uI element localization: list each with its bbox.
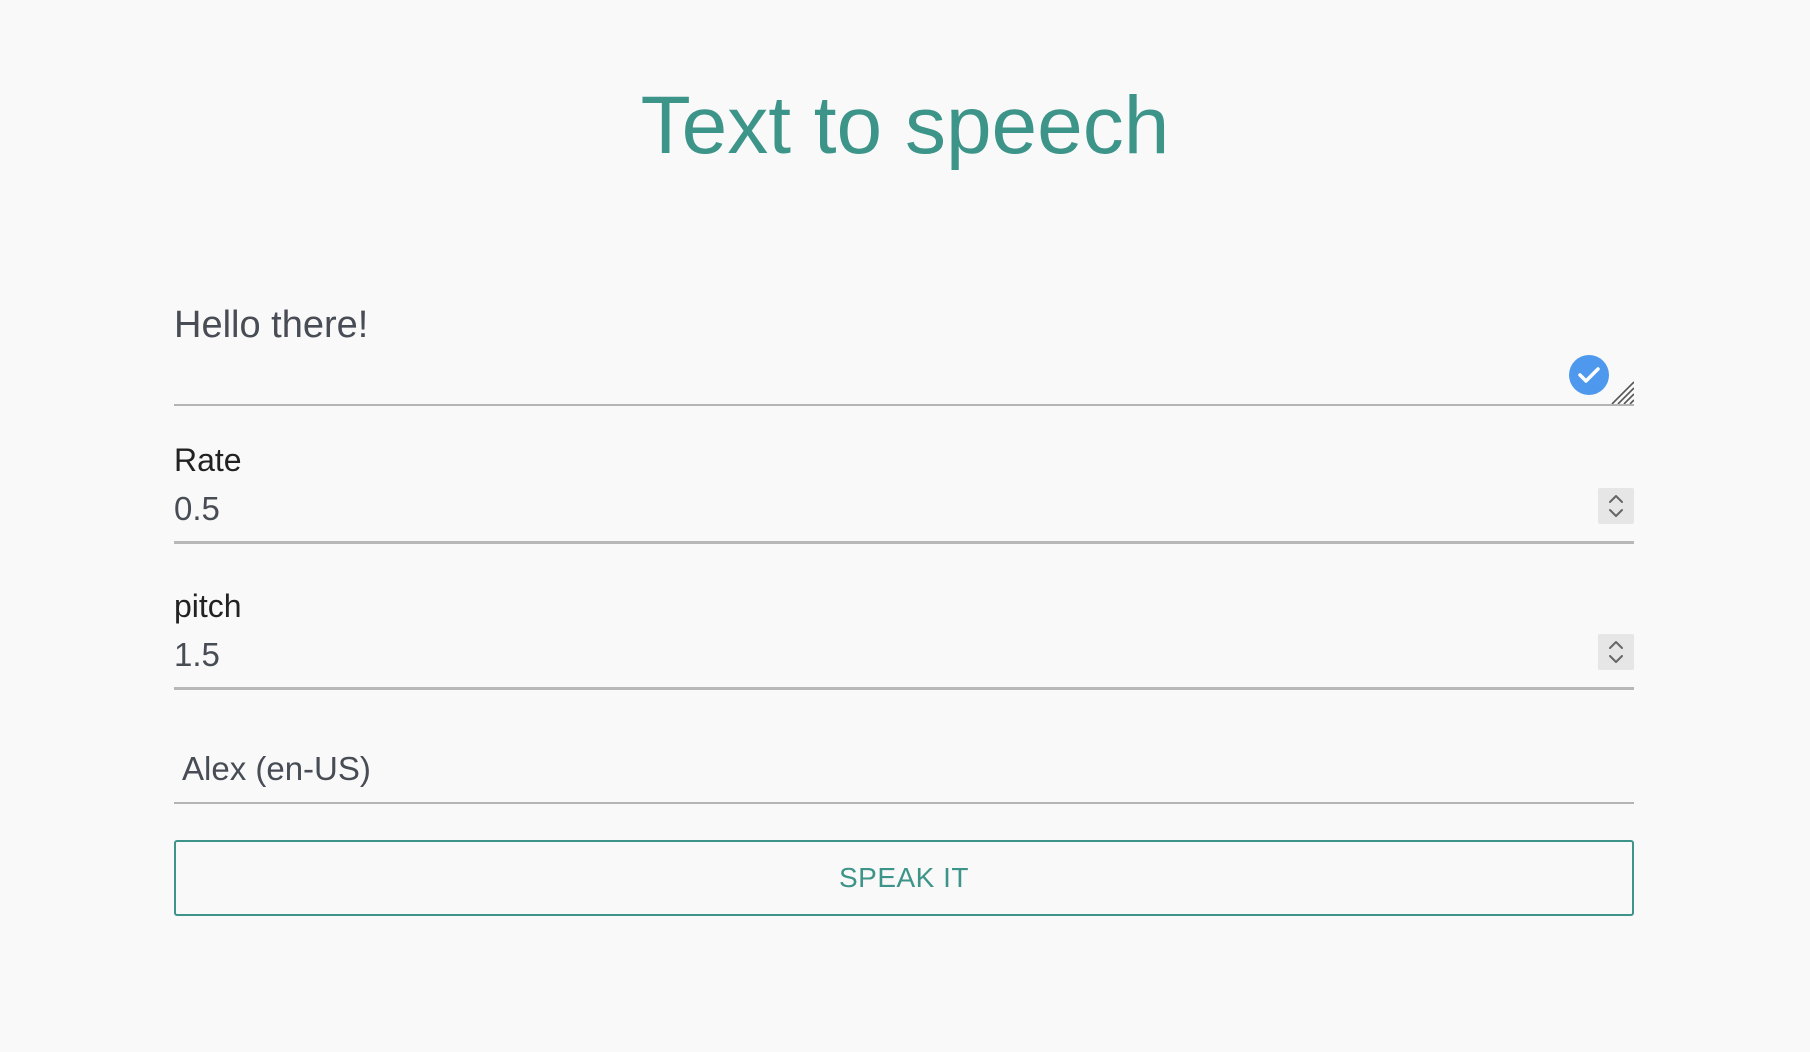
speech-form: Hello there! Rate 0.5 pitch 1.5 Alex (en… <box>174 290 1635 916</box>
resize-handle-icon[interactable] <box>1608 378 1635 405</box>
rate-label: Rate <box>174 442 242 478</box>
pitch-label: pitch <box>174 588 242 624</box>
check-circle-icon <box>1569 355 1609 395</box>
page: Text to speech Hello there! Rate 0.5 pit… <box>0 0 1810 1052</box>
speak-button[interactable]: SPEAK IT <box>174 840 1634 916</box>
page-title: Text to speech <box>640 80 1170 171</box>
pitch-input[interactable]: 1.5 <box>174 626 1634 690</box>
voice-select-value[interactable]: Alex (en-US) <box>182 750 371 788</box>
rate-value[interactable]: 0.5 <box>174 490 220 528</box>
text-input-area[interactable]: Hello there! <box>174 290 1635 406</box>
voice-select[interactable]: Alex (en-US) <box>174 730 1634 804</box>
text-input-value[interactable]: Hello there! <box>174 304 368 347</box>
rate-input[interactable]: 0.5 <box>174 480 1634 544</box>
pitch-value[interactable]: 1.5 <box>174 636 220 674</box>
rate-spinner-arrows-icon[interactable] <box>1598 488 1634 524</box>
pitch-spinner-arrows-icon[interactable] <box>1598 634 1634 670</box>
